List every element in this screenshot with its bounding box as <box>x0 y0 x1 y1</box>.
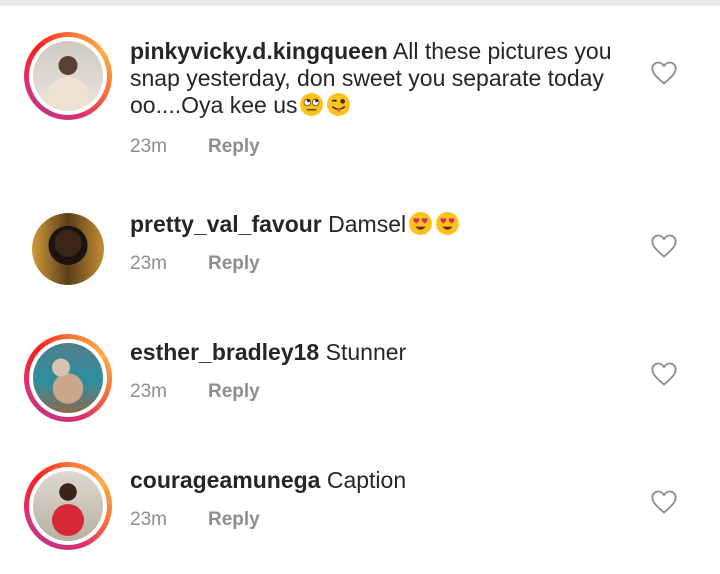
winking-tongue-emoji-icon <box>327 93 351 116</box>
comment-meta: 23m Reply <box>130 381 260 403</box>
reply-button[interactable]: Reply <box>208 509 260 530</box>
reply-button[interactable]: Reply <box>208 136 260 157</box>
comment-text: Caption <box>326 467 407 493</box>
comment-username[interactable]: pinkyvicky.d.kingqueen <box>130 38 388 64</box>
comment-username[interactable]: courageamunega <box>130 467 320 493</box>
heart-eyes-emoji-icon <box>436 212 460 235</box>
comment-body: esther_bradley18 Stunner <box>130 339 630 366</box>
heart-outline-icon[interactable] <box>650 489 678 515</box>
comment-time: 23m <box>130 136 167 157</box>
comment-body: pretty_val_favour Damsel <box>130 211 630 238</box>
avatar[interactable] <box>24 334 112 422</box>
comment-time: 23m <box>130 381 167 402</box>
comment-time: 23m <box>130 253 167 274</box>
comment-username[interactable]: esther_bradley18 <box>130 339 319 365</box>
heart-eyes-emoji-icon <box>409 212 433 235</box>
comment-body: pinkyvicky.d.kingqueen All these picture… <box>130 38 630 119</box>
avatar[interactable] <box>24 32 112 120</box>
rolling-eyes-emoji-icon <box>300 93 324 116</box>
avatar[interactable] <box>24 462 112 550</box>
comment-meta: 23m Reply <box>130 509 260 531</box>
comment-username[interactable]: pretty_val_favour <box>130 211 322 237</box>
comment-text: Stunner <box>325 339 407 365</box>
comment-meta: 23m Reply <box>130 136 260 158</box>
heart-outline-icon[interactable] <box>650 361 678 387</box>
top-divider <box>0 0 720 6</box>
comment-time: 23m <box>130 509 167 530</box>
heart-outline-icon[interactable] <box>650 233 678 259</box>
comment-body: courageamunega Caption <box>130 467 630 494</box>
heart-outline-icon[interactable] <box>650 60 678 86</box>
comment-text: Damsel <box>328 211 407 237</box>
comment-meta: 23m Reply <box>130 253 260 275</box>
reply-button[interactable]: Reply <box>208 253 260 274</box>
reply-button[interactable]: Reply <box>208 381 260 402</box>
avatar[interactable] <box>32 213 104 285</box>
